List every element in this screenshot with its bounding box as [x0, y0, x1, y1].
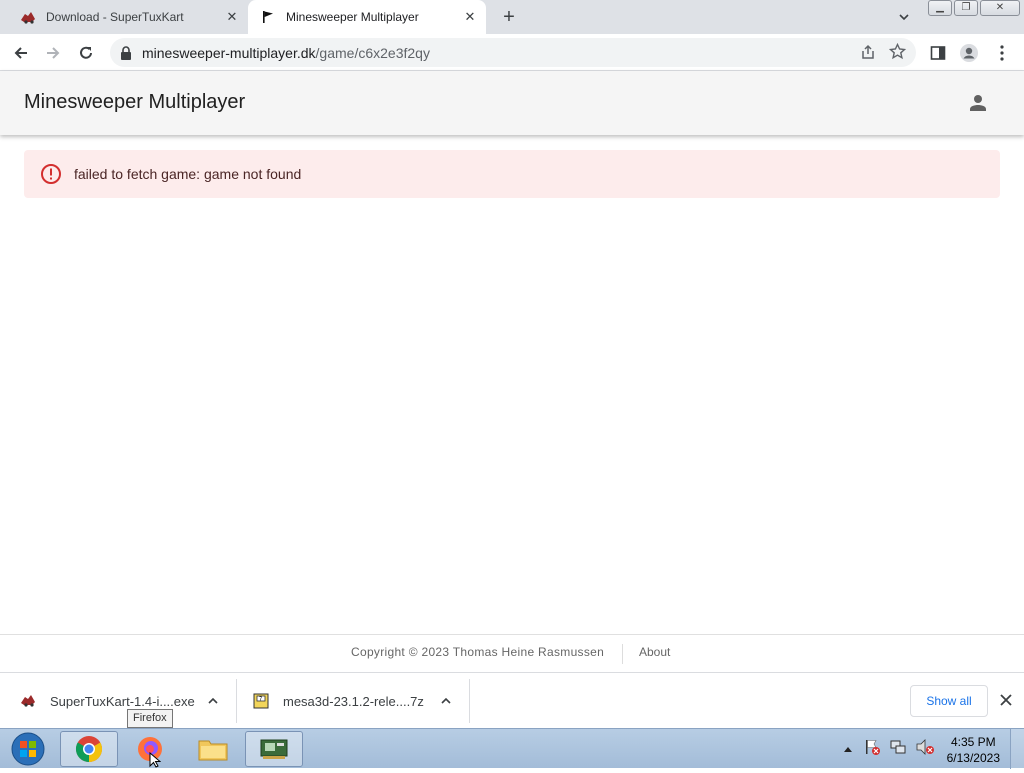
download-filename: mesa3d-23.1.2-rele....7z: [283, 693, 424, 709]
app-bar: Minesweeper Multiplayer: [0, 71, 1024, 135]
footer-divider: [622, 644, 623, 664]
window-close-button[interactable]: ✕: [980, 0, 1020, 16]
error-outline-icon: [40, 163, 62, 185]
show-hidden-icons-icon[interactable]: [843, 740, 853, 758]
tab-search-chevron-icon[interactable]: [896, 9, 912, 25]
tab-title: Minesweeper Multiplayer: [286, 10, 419, 24]
flag-favicon-icon: [260, 9, 276, 25]
minimize-button[interactable]: ▁: [928, 0, 952, 16]
taskbar-gpu-app[interactable]: [245, 731, 303, 767]
download-separator: [469, 679, 470, 723]
account-icon[interactable]: [966, 91, 990, 115]
download-item-supertuxkart[interactable]: SuperTuxKart-1.4-i....exe: [20, 673, 230, 729]
new-tab-button[interactable]: +: [498, 7, 520, 29]
volume-muted-icon[interactable]: [915, 738, 935, 761]
tab-supertuxkart[interactable]: Download - SuperTuxKart ✕: [8, 0, 248, 34]
download-options-chevron-icon[interactable]: [205, 693, 221, 709]
reload-button[interactable]: [75, 42, 97, 64]
address-bar[interactable]: minesweeper-multiplayer.dk/game/c6x2e3f2…: [110, 38, 916, 67]
download-filename: SuperTuxKart-1.4-i....exe: [50, 693, 195, 709]
url-host: minesweeper-multiplayer.dk: [142, 44, 316, 61]
close-tab-icon[interactable]: ✕: [462, 9, 478, 25]
window-controls: ▁ ❐ ✕: [928, 0, 1022, 18]
close-download-shelf-icon[interactable]: [998, 692, 1014, 708]
tab-strip: Download - SuperTuxKart ✕ Minesweeper Mu…: [0, 0, 1024, 34]
chrome-icon: [75, 736, 103, 763]
back-button[interactable]: [10, 42, 32, 64]
error-alert: failed to fetch game: game not found: [24, 150, 1000, 198]
taskbar-file-explorer[interactable]: [184, 731, 242, 767]
graphics-card-icon: [260, 739, 288, 759]
folder-icon: [198, 740, 228, 761]
error-message: failed to fetch game: game not found: [74, 166, 302, 182]
download-options-chevron-icon[interactable]: [438, 693, 454, 709]
copyright-text: Copyright © 2023 Thomas Heine Rasmussen: [351, 645, 605, 659]
browser-menu-icon[interactable]: [991, 42, 1013, 64]
browser-toolbar: minesweeper-multiplayer.dk/game/c6x2e3f2…: [0, 34, 1024, 71]
clock-date: 6/13/2023: [946, 751, 1000, 765]
start-button[interactable]: [4, 730, 52, 768]
app-title[interactable]: Minesweeper Multiplayer: [24, 91, 245, 114]
about-link[interactable]: About: [639, 645, 670, 659]
mouse-cursor-icon: [149, 751, 162, 768]
taskbar-clock[interactable]: 4:35 PM 6/13/2023: [947, 734, 1000, 766]
network-icon[interactable]: [889, 738, 907, 761]
svg-text:7: 7: [259, 696, 262, 702]
supertuxkart-file-icon: [20, 693, 36, 709]
side-panel-icon[interactable]: [927, 42, 949, 64]
supertuxkart-favicon-icon: [20, 9, 36, 25]
forward-button[interactable]: [42, 42, 64, 64]
show-desktop-button[interactable]: [1010, 729, 1024, 769]
share-icon[interactable]: [860, 44, 876, 63]
action-center-flag-icon[interactable]: [863, 738, 881, 761]
restore-button[interactable]: ❐: [954, 0, 978, 16]
tab-minesweeper[interactable]: Minesweeper Multiplayer ✕: [248, 0, 486, 34]
url-path: /game/c6x2e3f2qy: [315, 44, 430, 61]
taskbar-chrome[interactable]: [60, 731, 118, 767]
lock-icon[interactable]: [120, 45, 134, 60]
page-footer: Copyright © 2023 Thomas Heine Rasmussen …: [0, 634, 1024, 672]
bookmark-star-icon[interactable]: [888, 42, 907, 63]
archive-file-icon: 7: [253, 693, 269, 709]
taskbar-tooltip: Firefox: [127, 709, 173, 728]
show-all-downloads-button[interactable]: Show all: [910, 685, 988, 717]
tab-title: Download - SuperTuxKart: [46, 10, 184, 24]
profile-avatar-icon[interactable]: [958, 42, 980, 64]
download-separator: [236, 679, 237, 723]
system-tray: [843, 729, 935, 769]
clock-time: 4:35 PM: [950, 735, 996, 749]
download-item-mesa3d[interactable]: 7 mesa3d-23.1.2-rele....7z: [253, 673, 463, 729]
close-tab-icon[interactable]: ✕: [224, 9, 240, 25]
